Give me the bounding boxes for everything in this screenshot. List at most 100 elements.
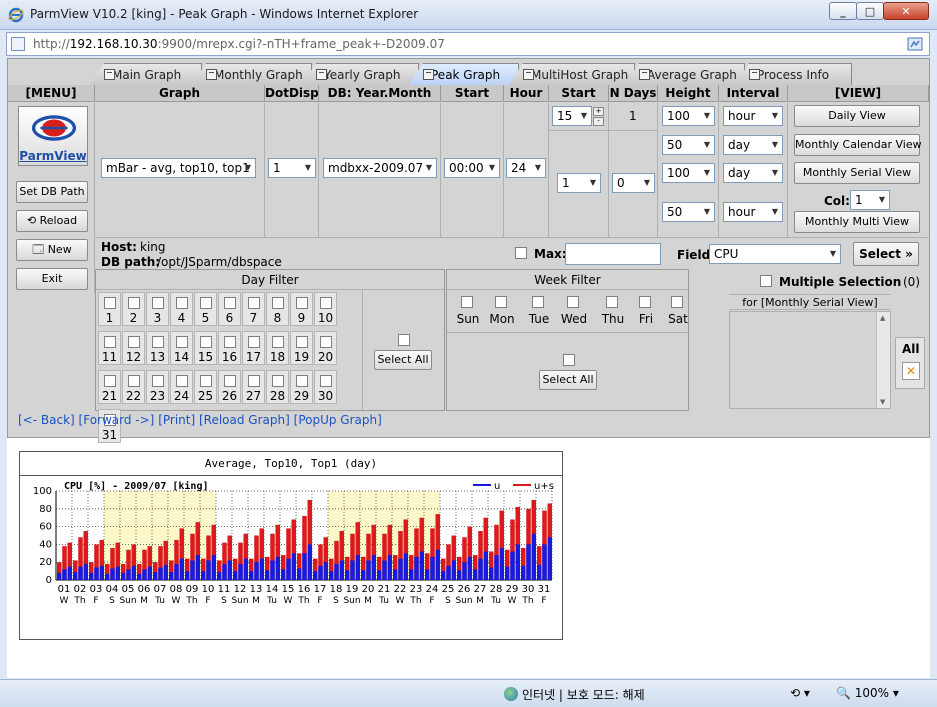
day-filter-item[interactable]: 29 [290,370,313,404]
weekday-checkbox[interactable] [606,296,618,308]
height-select-1[interactable]: 100 [662,106,715,126]
day-checkbox[interactable] [104,375,116,387]
parmview-logo-button[interactable]: ParmView [18,106,88,166]
day-checkbox[interactable] [104,297,116,309]
link-reload-graph[interactable]: [Reload Graph] [199,413,290,427]
tab-average-graph[interactable]: Average Graph [625,63,745,85]
day-filter-item[interactable]: 2 [122,292,145,326]
day-filter-item[interactable]: 7 [242,292,265,326]
monthly-multi-view-button[interactable]: Monthly Multi View [794,211,920,233]
tab-process-info[interactable]: Process Info [735,63,852,85]
day-checkbox[interactable] [248,297,260,309]
day-filter-item[interactable]: 10 [314,292,337,326]
day-checkbox[interactable] [224,336,236,348]
hour-select[interactable]: 24 [506,158,546,178]
weekday-checkbox[interactable] [495,296,507,308]
day-checkbox[interactable] [200,336,212,348]
maximize-button[interactable]: □ [856,2,884,20]
start-day-top-select[interactable]: 15 [552,106,592,126]
day-filter-item[interactable]: 26 [218,370,241,404]
day-checkbox[interactable] [272,375,284,387]
zoom-level[interactable]: 🔍 100% ▾ [836,686,899,700]
day-checkbox[interactable] [200,375,212,387]
dotdisp-select[interactable]: 1 [268,158,316,178]
weekday-checkbox[interactable] [567,296,579,308]
day-filter-item[interactable]: 24 [170,370,193,404]
day-filter-item[interactable]: 4 [170,292,193,326]
interval-select-2[interactable]: day [723,135,783,155]
db-select[interactable]: mdbxx-2009.07 [323,158,437,178]
day-checkbox[interactable] [152,375,164,387]
reload-button[interactable]: ⟲ Reload [16,210,88,232]
day-checkbox[interactable] [272,336,284,348]
day-filter-item[interactable]: 30 [314,370,337,404]
week-filter-item[interactable]: Thu [596,294,630,328]
week-filter-item[interactable]: Wed [557,294,591,328]
day-filter-item[interactable]: 18 [266,331,289,365]
day-filter-item[interactable]: 11 [98,331,121,365]
day-filter-item[interactable]: 13 [146,331,169,365]
week-filter-item[interactable]: Fri [629,294,663,328]
day-filter-item[interactable]: 3 [146,292,169,326]
day-select-all-checkbox[interactable] [398,334,410,346]
start-hour-select[interactable]: 00:00 [444,158,500,178]
exit-button[interactable]: Exit [16,268,88,290]
weekday-checkbox[interactable] [461,296,473,308]
compatibility-view-icon[interactable] [907,36,923,52]
height-select-2[interactable]: 50 [662,135,715,155]
interval-select-1[interactable]: hour [723,106,783,126]
scroll-up-icon[interactable]: ▲ [880,314,885,322]
protected-mode-icon[interactable]: ⟲ ▾ [790,686,810,700]
day-filter-item[interactable]: 20 [314,331,337,365]
field-select[interactable]: CPU [709,244,841,264]
day-filter-item[interactable]: 5 [194,292,217,326]
tab-peak-graph[interactable]: Peak Graph [409,63,519,85]
day-filter-item[interactable]: 17 [242,331,265,365]
close-button[interactable]: ✕ [883,2,929,20]
day-checkbox[interactable] [128,297,140,309]
multi-select-list[interactable]: ▲ ▼ [729,311,891,409]
day-checkbox[interactable] [320,375,332,387]
day-checkbox[interactable] [248,336,260,348]
week-filter-item[interactable]: Mon [485,294,519,328]
address-bar[interactable]: http://192.168.10.30:9900/mrepx.cgi?-nTH… [6,32,930,56]
all-label[interactable]: All [902,342,920,356]
day-checkbox[interactable] [128,375,140,387]
day-checkbox[interactable] [176,375,188,387]
day-checkbox[interactable] [272,297,284,309]
day-checkbox[interactable] [152,336,164,348]
day-filter-item[interactable]: 1 [98,292,121,326]
monthly-calendar-view-button[interactable]: Monthly Calendar View [794,134,922,156]
day-checkbox[interactable] [152,297,164,309]
scroll-down-icon[interactable]: ▼ [880,398,885,406]
minimize-button[interactable]: _ [829,2,857,20]
link-popup-graph[interactable]: [PopUp Graph] [294,413,382,427]
day-filter-item[interactable]: 16 [218,331,241,365]
tab-monthly-graph[interactable]: Monthly Graph [192,63,312,85]
day-checkbox[interactable] [248,375,260,387]
day-checkbox[interactable] [320,297,332,309]
day-checkbox[interactable] [296,297,308,309]
day-filter-item[interactable]: 14 [170,331,193,365]
interval-select-3[interactable]: day [723,163,783,183]
day-filter-item[interactable]: 22 [122,370,145,404]
weekday-checkbox[interactable] [532,296,544,308]
day-filter-item[interactable]: 28 [266,370,289,404]
graph-select[interactable]: mBar - avg, top10, top1 [101,158,256,178]
day-select-all-button[interactable]: Select All [374,350,432,370]
weekday-checkbox[interactable] [639,296,651,308]
tab-yearly-graph[interactable]: Yearly Graph [302,63,419,85]
day-filter-item[interactable]: 9 [290,292,313,326]
day-filter-item[interactable]: 19 [290,331,313,365]
new-button[interactable]: 🗔 New [16,239,88,261]
week-select-all-button[interactable]: Select All [539,370,597,390]
day-checkbox[interactable] [320,336,332,348]
daily-view-button[interactable]: Daily View [794,105,920,127]
week-filter-item[interactable]: Sat [661,294,695,328]
n-days-select[interactable]: 0 [612,173,655,193]
link-forward[interactable]: [Forward ->] [79,413,155,427]
day-checkbox[interactable] [200,297,212,309]
day-filter-item[interactable]: 27 [242,370,265,404]
day-filter-item[interactable]: 6 [218,292,241,326]
day-checkbox[interactable] [176,336,188,348]
